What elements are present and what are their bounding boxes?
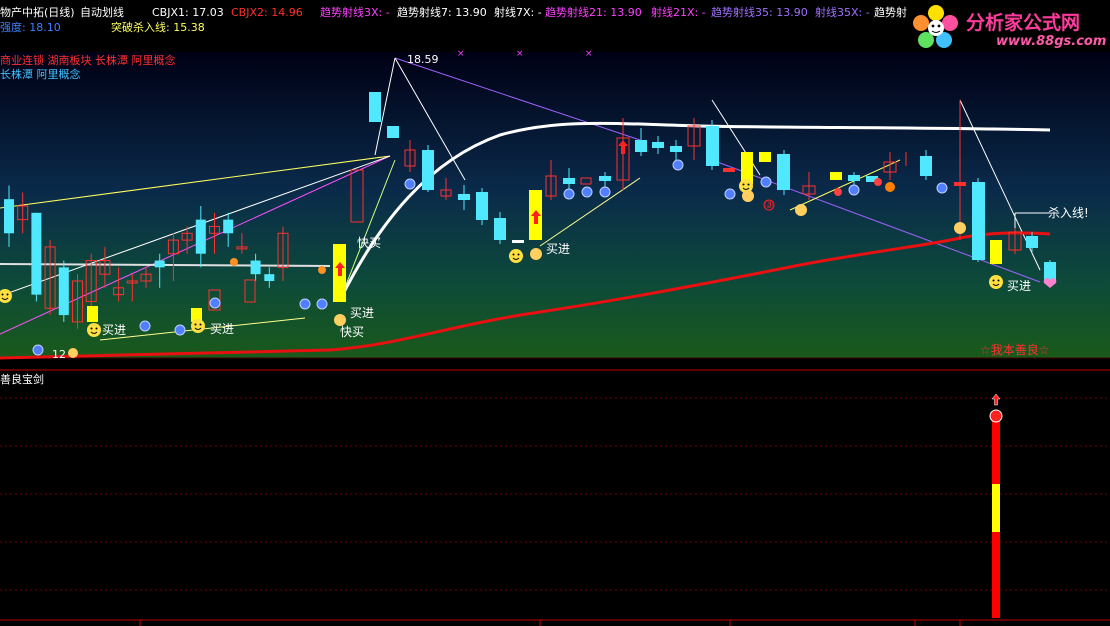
- buy-signal-label: 买进: [546, 242, 571, 256]
- stock-chart-canvas[interactable]: × × ×: [0, 0, 1110, 626]
- svg-text:×: ×: [585, 49, 593, 59]
- price-panel-bg: [0, 52, 1110, 358]
- ray-next-value: 趋势射: [874, 6, 907, 19]
- buy-signal-label: 买进: [1007, 279, 1032, 293]
- svg-text:×: ×: [516, 49, 524, 59]
- indicator-sword: [989, 393, 1003, 618]
- ray-21-value: 趋势射线21: 13.90: [545, 6, 642, 19]
- signature-label: ☆我本善良☆: [980, 343, 1050, 357]
- cbjx2-value: CBJX2: 14.96: [231, 6, 303, 19]
- candle-body: [4, 199, 14, 234]
- buy-signal-label: 买进: [210, 322, 235, 336]
- fruit-icon: [885, 182, 895, 192]
- smiley-icon: [509, 249, 523, 263]
- ray-7x-value: 射线7X: -: [494, 6, 542, 19]
- breakout-line-value: 突破杀入线: 15.38: [111, 21, 205, 34]
- svg-text:×: ×: [457, 49, 465, 59]
- indicator-panel-title: 善良宝剑: [0, 373, 44, 386]
- candle-body: [31, 212, 42, 295]
- ray-7-value: 趋势射线7: 13.90: [397, 6, 487, 19]
- concept-tags-2: 长株潭 阿里概念: [0, 68, 81, 81]
- candle-body: [195, 219, 206, 254]
- ray-21x-value: 射线21X: -: [651, 6, 706, 19]
- circle-number-label: ③: [764, 198, 774, 211]
- logo-flower-icon: [912, 4, 960, 50]
- candle-body: [264, 274, 275, 281]
- quick-buy-label: 快买: [340, 325, 365, 339]
- ray-35-value: 趋势射线35: 13.90: [711, 6, 808, 19]
- cbjx1-value: CBJX1: 17.03: [152, 6, 224, 19]
- logo-url[interactable]: www.88gs.com: [996, 34, 1106, 49]
- strength-value: 强度: 18.10: [0, 21, 61, 34]
- ray-3x-value: 趋势射线3X: -: [320, 6, 390, 19]
- low-price-label: 12: [52, 348, 66, 361]
- smiley-icon: [87, 323, 101, 337]
- buy-signal-label: 买进: [102, 323, 127, 337]
- quick-buy-label: 快买: [357, 236, 382, 250]
- auto-line-mode[interactable]: 自动划线: [80, 6, 124, 19]
- logo-title: 分析家公式网: [966, 12, 1081, 34]
- concept-tags-1: 商业连锁 湖南板块 长株潭 阿里概念: [0, 54, 176, 67]
- stock-title: 物产中拓(日线): [0, 6, 75, 19]
- candle-body: [250, 260, 261, 275]
- candle-body: [223, 219, 234, 234]
- smiley-icon: [989, 275, 1003, 289]
- high-price-label: 18.59: [407, 53, 439, 66]
- candle-body: [154, 260, 165, 268]
- kill-line-label: 杀入线!: [1048, 206, 1089, 220]
- ray-35x-value: 射线35X: -: [815, 6, 870, 19]
- smiley-icon: [191, 319, 205, 333]
- candle-body: [58, 267, 69, 316]
- buy-signal-label: 买进: [350, 306, 375, 320]
- indicator-grid: [0, 397, 1110, 591]
